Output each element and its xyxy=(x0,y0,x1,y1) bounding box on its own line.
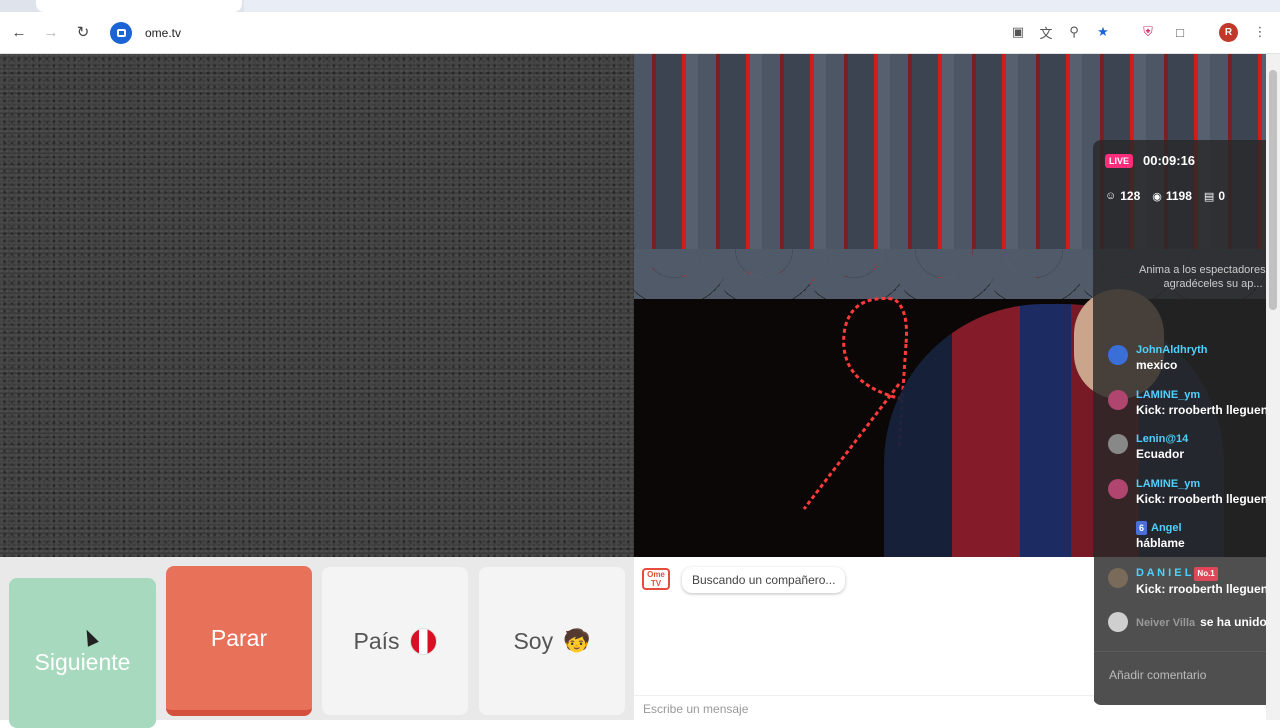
gifts-stat[interactable]: ▤ 0 xyxy=(1204,189,1225,203)
install-icon[interactable]: ▣ xyxy=(1007,21,1029,43)
tab-strip xyxy=(0,0,1280,12)
followers-stat[interactable]: ☺ 128 xyxy=(1105,189,1140,203)
control-panel: Siguiente Parar País Soy 🧒 xyxy=(0,557,634,728)
chat-username-text: LAMINE_ym xyxy=(1136,477,1201,490)
chat-message: D A N I E L No.1 Kick: rrooberth lleguen y… xyxy=(1093,566,1280,611)
zoom-icon[interactable]: ⚲ xyxy=(1063,21,1085,43)
user-avatar[interactable] xyxy=(1108,612,1128,632)
live-timer: 00:09:16 xyxy=(1143,153,1196,168)
chat-username[interactable]: 6 Angel xyxy=(1136,521,1280,535)
join-username[interactable]: Neiver Villa xyxy=(1136,617,1195,629)
country-button[interactable]: País xyxy=(322,567,468,715)
eye-icon: ◉ xyxy=(1152,190,1162,203)
user-avatar[interactable] xyxy=(1108,345,1128,365)
next-button[interactable]: Siguiente xyxy=(9,578,156,728)
chat-username[interactable]: LAMINE_ym xyxy=(1136,388,1280,402)
text-chat-area: Ome TV Buscando un compañero... Escribe … xyxy=(634,557,1094,720)
comment-input[interactable]: Añadir comentario xyxy=(1093,651,1280,699)
chat-username[interactable]: JohnAldhryth xyxy=(1136,343,1280,357)
profile-avatar[interactable]: R xyxy=(1219,23,1238,42)
chat-username-text: Lenin@14 xyxy=(1136,433,1189,445)
rank-badge: No.1 xyxy=(1194,566,1218,581)
chat-message: LAMINE_ym Kick: rrooberth lleguen y c xyxy=(1093,477,1280,522)
chat-message: JohnAldhryth mexico xyxy=(1093,343,1280,388)
chat-message-text: Kick: rrooberth lleguen y c xyxy=(1136,581,1280,596)
user-avatar[interactable] xyxy=(1108,567,1128,588)
chat-username-text: Angel xyxy=(1151,522,1182,534)
live-stats: ☺ 128 ◉ 1198 ▤ 0 xyxy=(1105,189,1237,203)
level-badge: 6 xyxy=(1136,521,1148,535)
country-label: País xyxy=(353,627,400,654)
user-avatar[interactable] xyxy=(1108,434,1128,454)
gift-icon: ▤ xyxy=(1203,190,1215,203)
next-label: Siguiente xyxy=(34,648,131,675)
join-text: se ha unido xyxy=(1200,615,1267,629)
searching-status: Buscando un compañero... xyxy=(682,567,846,593)
menu-dots-icon[interactable]: ⋮ xyxy=(1249,21,1271,43)
ome-tv-logo: Ome TV xyxy=(642,568,670,590)
chat-message: 6 Angel háblame xyxy=(1093,521,1280,566)
address-bar[interactable]: ome.tv xyxy=(104,18,1004,48)
page-scrollbar[interactable] xyxy=(1266,54,1280,720)
gender-label: Soy xyxy=(513,627,554,654)
shield-extension-icon[interactable]: ⛨ xyxy=(1137,21,1159,43)
stop-button[interactable]: Parar xyxy=(166,566,312,716)
forward-icon[interactable]: → xyxy=(39,20,63,44)
live-stream-panel: LIVE 00:09:16 ☺ 128 ◉ 1198 ▤ 0 Anima a l… xyxy=(1093,140,1280,705)
boy-emoji-icon: 🧒 xyxy=(563,628,591,653)
chat-message: LAMINE_ym Kick: rrooberth lleguen y c xyxy=(1093,388,1280,433)
tab-strip-background xyxy=(244,0,1280,12)
extensions-puzzle-icon[interactable]: □ xyxy=(1169,21,1191,43)
chat-username[interactable]: Lenin@14 xyxy=(1136,432,1280,446)
chat-username[interactable]: D A N I E L No.1 xyxy=(1136,566,1280,581)
site-info-icon[interactable] xyxy=(110,22,132,44)
stop-label: Parar xyxy=(210,624,268,651)
chat-message-text: Kick: rrooberth lleguen y c xyxy=(1136,491,1280,506)
chat-message-text: Ecuador xyxy=(1136,447,1185,461)
peru-flag-icon xyxy=(409,627,437,655)
user-avatar[interactable] xyxy=(1108,478,1128,499)
live-chat-list: JohnAldhryth mexico LAMINE_ym Kick: rroober… xyxy=(1093,343,1280,655)
user-avatar[interactable] xyxy=(1108,389,1128,410)
scrollbar-thumb[interactable] xyxy=(1269,70,1277,310)
url-text[interactable]: ome.tv xyxy=(145,26,181,40)
reload-icon[interactable]: ↻ xyxy=(71,20,95,44)
chat-username-text: LAMINE_ym xyxy=(1136,388,1201,401)
back-icon[interactable]: ← xyxy=(7,20,31,44)
chat-message-text: Kick: rrooberth lleguen y c xyxy=(1136,402,1280,417)
translate-icon[interactable]: 文 xyxy=(1035,21,1057,43)
chat-message-text: háblame xyxy=(1136,536,1185,550)
chat-message-text: mexico xyxy=(1136,358,1178,372)
message-input[interactable]: Escribe un mensaje xyxy=(634,695,1094,720)
chat-message: Lenin@14 Ecuador xyxy=(1093,432,1280,477)
chat-username-text: JohnAldhryth xyxy=(1136,344,1208,356)
people-icon: ☺ xyxy=(1105,190,1117,202)
partner-video-static xyxy=(0,54,634,557)
active-tab[interactable] xyxy=(36,0,242,12)
browser-toolbar: ← → ↻ ome.tv ▣ 文 ⚲ ★ ⛨ □ R ⋮ xyxy=(0,12,1280,54)
followers-count: 128 xyxy=(1120,189,1141,203)
live-badge: LIVE xyxy=(1105,154,1134,168)
live-prompt: Anima a los espectadores a ... agradécel… xyxy=(1139,264,1280,290)
bookmark-star-icon[interactable]: ★ xyxy=(1092,21,1114,43)
viewers-stat[interactable]: ◉ 1198 xyxy=(1152,189,1192,203)
join-notice: Neiver Villa se ha unido xyxy=(1093,610,1280,655)
chat-username[interactable]: LAMINE_ym xyxy=(1136,477,1280,491)
gender-button[interactable]: Soy 🧒 xyxy=(479,567,625,715)
gifts-count: 0 xyxy=(1218,189,1226,203)
viewers-count: 1198 xyxy=(1165,189,1192,203)
chat-username-text: D A N I E L xyxy=(1136,566,1192,579)
